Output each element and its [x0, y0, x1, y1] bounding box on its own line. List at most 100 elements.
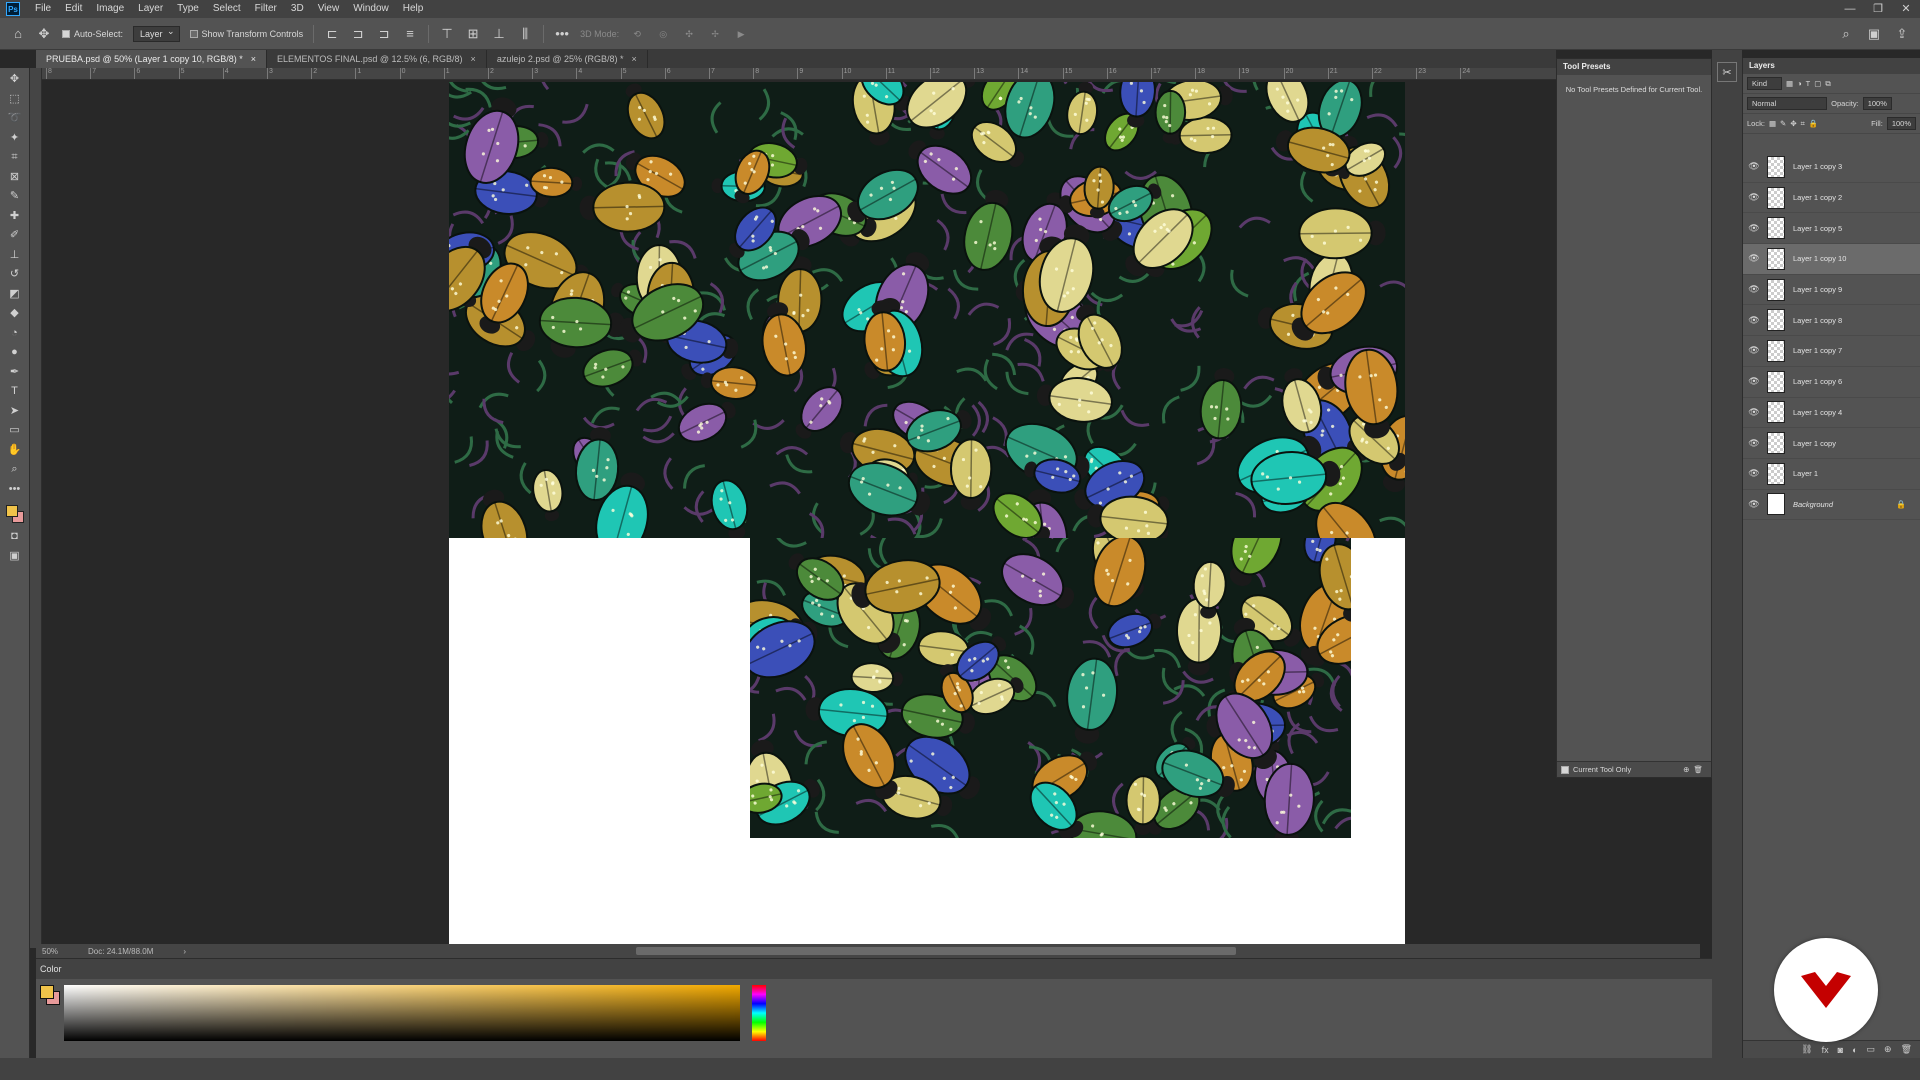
quick-mask-icon[interactable]: ◘: [4, 527, 26, 547]
healing-icon[interactable]: ✚: [4, 207, 26, 227]
filter-smart-icon[interactable]: ⧉: [1825, 79, 1830, 89]
paint-bucket-icon[interactable]: ◆: [4, 304, 26, 324]
beetle-pattern-tile[interactable]: [449, 82, 1405, 538]
adjustment-icon[interactable]: ◐: [1852, 1045, 1857, 1055]
fx-icon[interactable]: fx: [1822, 1045, 1829, 1055]
current-tool-only-checkbox[interactable]: [1561, 765, 1569, 774]
visibility-eye-icon[interactable]: 👁: [1743, 468, 1765, 479]
search-icon[interactable]: ⌕: [1838, 26, 1854, 42]
vertical-ruler[interactable]: [30, 68, 42, 948]
menu-layer[interactable]: Layer: [131, 0, 170, 18]
filter-shape-icon[interactable]: ▢: [1814, 79, 1821, 88]
align-top-icon[interactable]: ⊤: [439, 26, 455, 42]
menu-type[interactable]: Type: [170, 0, 206, 18]
filter-pixel-icon[interactable]: ▦: [1786, 79, 1793, 88]
magic-wand-icon[interactable]: ✦: [4, 129, 26, 149]
eraser-icon[interactable]: ◩: [4, 285, 26, 305]
visibility-eye-icon[interactable]: 👁: [1743, 499, 1765, 510]
auto-select-target-select[interactable]: Layer: [133, 25, 180, 42]
layer-row[interactable]: 👁 Layer 1 copy 4: [1743, 398, 1920, 429]
more-options-icon[interactable]: •••: [554, 26, 570, 42]
tab-azulejo-2[interactable]: azulejo 2.psd @ 25% (RGB/8) * ×: [487, 50, 648, 68]
lock-artboard-icon[interactable]: ⌗: [1801, 119, 1805, 129]
opacity-input[interactable]: 100%: [1862, 97, 1892, 110]
visibility-eye-icon[interactable]: 👁: [1743, 192, 1765, 203]
menu-window[interactable]: Window: [346, 0, 396, 18]
link-layers-icon[interactable]: ⛓: [1801, 1044, 1812, 1055]
share-icon[interactable]: ⇪: [1894, 26, 1910, 42]
blend-mode-select[interactable]: Normal: [1747, 97, 1828, 110]
menu-edit[interactable]: Edit: [58, 0, 89, 18]
visibility-eye-icon[interactable]: 👁: [1743, 253, 1765, 264]
new-preset-icon[interactable]: ⊕: [1683, 765, 1689, 774]
crop-icon[interactable]: ⌗: [4, 148, 26, 168]
foreground-color-swatch[interactable]: [40, 985, 54, 999]
dodge-icon[interactable]: ●: [4, 343, 26, 363]
delete-layer-icon[interactable]: 🗑: [1901, 1044, 1912, 1055]
layer-row[interactable]: 👁 Layer 1 copy 5: [1743, 213, 1920, 245]
layer-row[interactable]: 👁 Layer 1 copy 8: [1743, 305, 1920, 337]
pen-icon[interactable]: ✒: [4, 363, 26, 383]
fill-input[interactable]: 100%: [1886, 117, 1916, 130]
document-canvas[interactable]: [449, 82, 1405, 944]
layer-filter-select[interactable]: Kind: [1747, 77, 1783, 90]
layer-row[interactable]: 👁 Layer 1 copy 3: [1743, 152, 1920, 183]
layer-row[interactable]: 👁 Layer 1 copy 6: [1743, 367, 1920, 398]
layer-row[interactable]: 👁 Layer 1 copy: [1743, 428, 1920, 459]
layer-row[interactable]: 👁 Background 🔒: [1743, 490, 1920, 521]
lasso-icon[interactable]: ➰: [4, 109, 26, 129]
zoom-level[interactable]: 50%: [42, 947, 58, 956]
more-tools-icon[interactable]: •••: [4, 480, 26, 500]
close-icon[interactable]: ✕: [1892, 0, 1920, 18]
align-bottom-icon[interactable]: ⊥: [491, 26, 507, 42]
visibility-eye-icon[interactable]: 👁: [1743, 284, 1765, 295]
menu-view[interactable]: View: [311, 0, 347, 18]
beetle-pattern-tile[interactable]: [750, 538, 1351, 838]
group-icon[interactable]: ▭: [1867, 1044, 1876, 1055]
restore-icon[interactable]: ❐: [1864, 0, 1892, 18]
status-menu-arrow[interactable]: ›: [183, 947, 186, 956]
menu-image[interactable]: Image: [89, 0, 131, 18]
workspace-icon[interactable]: ▣: [1866, 26, 1882, 42]
lock-all-icon[interactable]: 🔒: [1809, 119, 1818, 128]
type-icon[interactable]: T: [4, 382, 26, 402]
show-transform-controls-checkbox[interactable]: Show Transform Controls: [189, 29, 303, 39]
layer-row[interactable]: 👁 Layer 1 copy 10: [1743, 244, 1920, 275]
history-brush-icon[interactable]: ↺: [4, 265, 26, 285]
visibility-eye-icon[interactable]: 👁: [1743, 376, 1765, 387]
new-layer-icon[interactable]: ⊕: [1884, 1044, 1892, 1055]
align-right-icon[interactable]: ⊐: [376, 26, 392, 42]
frame-icon[interactable]: ⊠: [4, 168, 26, 188]
hue-slider[interactable]: [752, 985, 766, 1041]
align-left-icon[interactable]: ⊏: [324, 26, 340, 42]
color-swatches[interactable]: [4, 503, 26, 527]
visibility-eye-icon[interactable]: 👁: [1743, 345, 1765, 356]
layer-row[interactable]: 👁 Layer 1 copy 2: [1743, 183, 1920, 214]
color-ramp[interactable]: [64, 985, 740, 1041]
distribute-icon[interactable]: ≡: [402, 26, 418, 42]
mask-icon[interactable]: ◙: [1838, 1045, 1843, 1055]
menu-help[interactable]: Help: [396, 0, 431, 18]
eyedropper-icon[interactable]: ✎: [4, 187, 26, 207]
tool-presets-icon[interactable]: ✂: [1717, 62, 1737, 82]
rectangle-icon[interactable]: ▭: [4, 421, 26, 441]
menu-select[interactable]: Select: [206, 0, 248, 18]
home-icon[interactable]: ⌂: [10, 26, 26, 42]
visibility-eye-icon[interactable]: 👁: [1743, 223, 1765, 234]
trash-icon[interactable]: 🗑: [1693, 765, 1703, 774]
tab-elementos-final[interactable]: ELEMENTOS FINAL.psd @ 12.5% (6, RGB/8) ×: [267, 50, 487, 68]
align-middle-icon[interactable]: ⊞: [465, 26, 481, 42]
distribute-vertical-icon[interactable]: ⫼: [517, 26, 533, 42]
stamp-icon[interactable]: ⊥: [4, 246, 26, 266]
minimize-icon[interactable]: —: [1836, 0, 1864, 18]
zoom-icon[interactable]: ⌕: [4, 460, 26, 480]
screen-mode-icon[interactable]: ▣: [4, 547, 26, 567]
foreground-color-icon[interactable]: [5, 505, 18, 517]
tab-close-icon[interactable]: ×: [471, 50, 476, 68]
layer-row[interactable]: 👁 Layer 1 copy 9: [1743, 275, 1920, 306]
filter-type-icon[interactable]: T: [1806, 79, 1811, 88]
lock-transparent-icon[interactable]: ▦: [1769, 119, 1776, 128]
lock-position-icon[interactable]: ✥: [1790, 119, 1796, 128]
layer-row[interactable]: 👁 Layer 1: [1743, 459, 1920, 490]
horizontal-scrollbar[interactable]: [636, 947, 1236, 955]
